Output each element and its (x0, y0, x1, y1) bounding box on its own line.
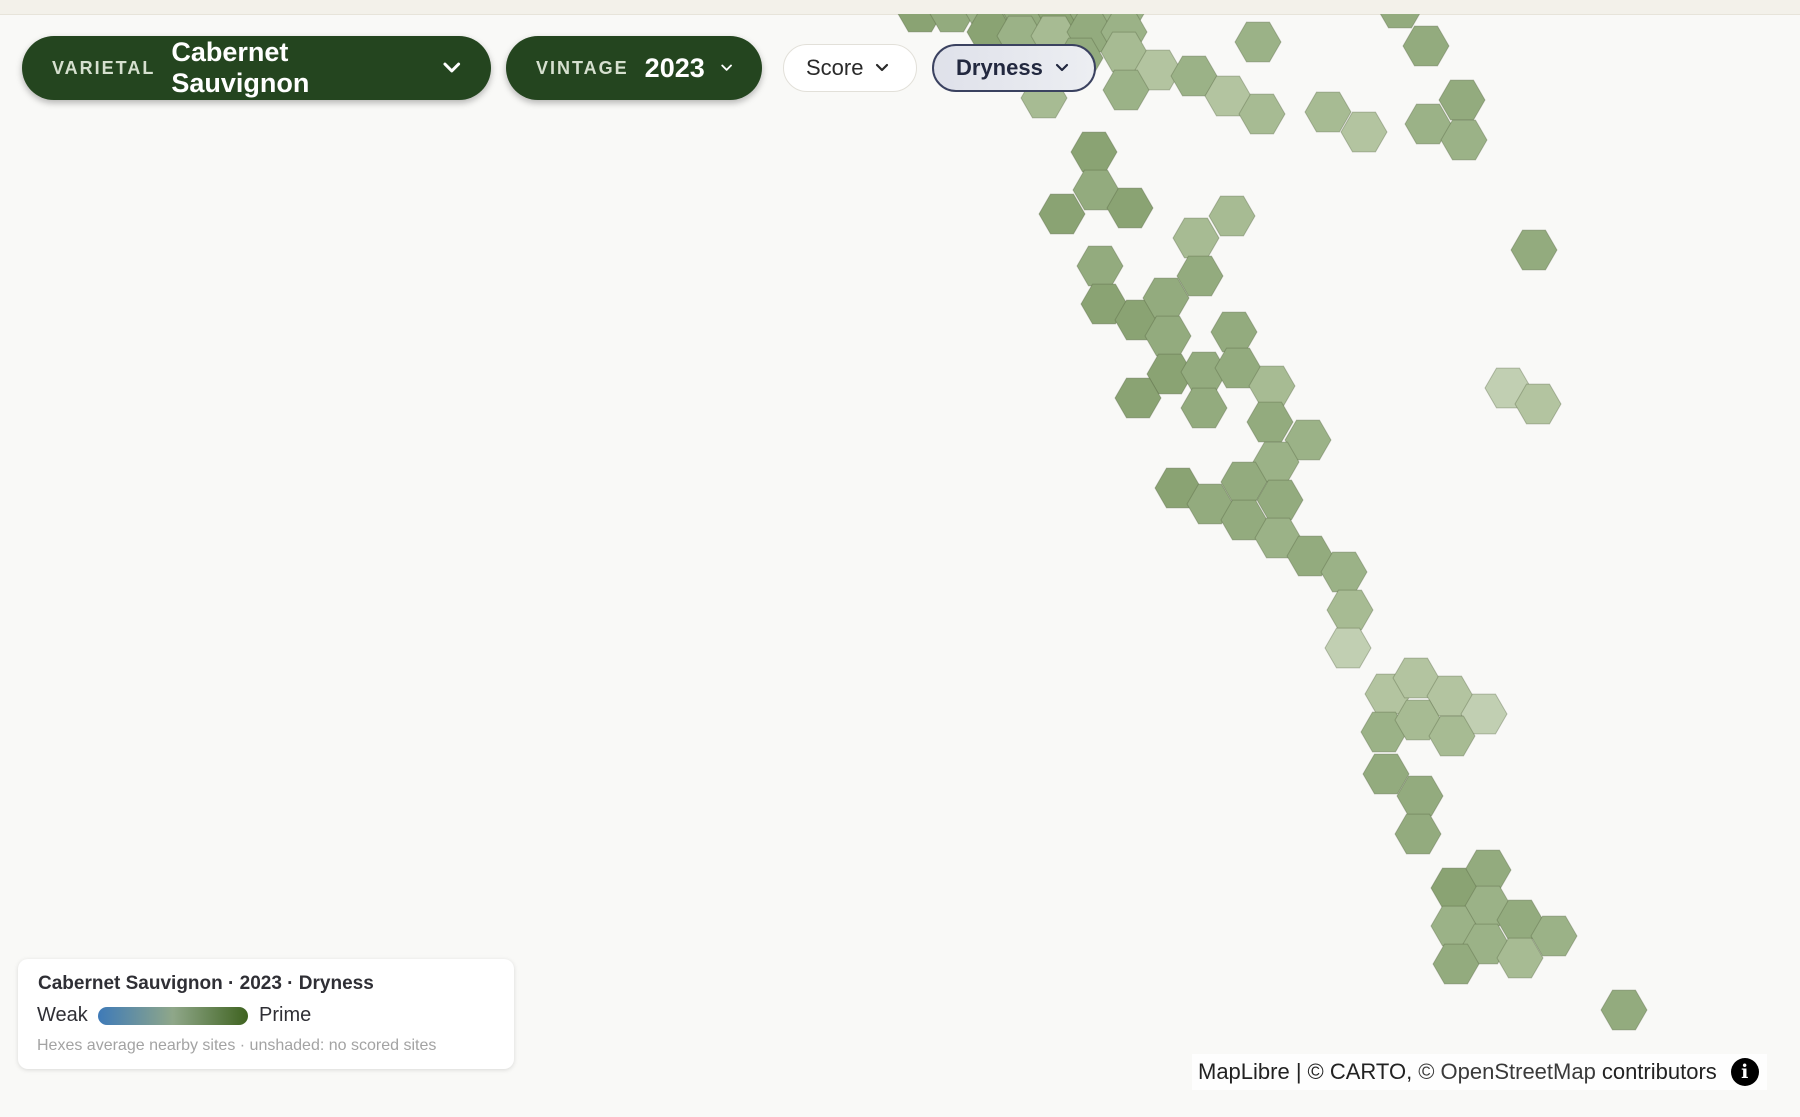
hex-cell[interactable] (1208, 195, 1256, 237)
metric-score-button[interactable]: Score (783, 44, 917, 92)
hex-cell[interactable] (1180, 387, 1228, 429)
attribution-maplibre[interactable]: MapLibre | (1198, 1059, 1302, 1085)
hex-cell[interactable] (1402, 25, 1450, 67)
hex-cell[interactable] (1076, 245, 1124, 287)
legend-note: Hexes average nearby sites · unshaded: n… (37, 1037, 437, 1054)
attribution-carto[interactable]: © CARTO, (1308, 1059, 1413, 1085)
hex-cell[interactable] (1326, 589, 1374, 631)
metric-score-label: Score (806, 55, 864, 80)
attribution-contributors[interactable]: contributors (1602, 1059, 1717, 1085)
varietal-label: VARIETAL (52, 57, 156, 78)
vintage-value: 2023 (644, 52, 705, 83)
varietal-selector[interactable]: VARIETAL Cabernet Sauvignon (22, 36, 491, 100)
hex-cell[interactable] (1070, 131, 1118, 173)
chevron-down-icon (443, 62, 461, 73)
legend-high-label: Prime (259, 1004, 312, 1026)
chevron-down-icon (1055, 63, 1068, 72)
hex-cell[interactable] (1510, 229, 1558, 271)
chevron-down-icon (876, 63, 889, 72)
hex-layer (897, 14, 1648, 1031)
map-legend: Cabernet Sauvignon · 2023 · Dryness Weak… (18, 959, 514, 1069)
legend-title: Cabernet Sauvignon · 2023 · Dryness (38, 973, 374, 994)
hex-cell[interactable] (1234, 21, 1282, 63)
hex-cell[interactable] (1038, 193, 1086, 235)
legend-color-ramp (98, 1007, 248, 1025)
legend-low-label: Weak (37, 1004, 88, 1026)
vintage-label: VINTAGE (536, 57, 629, 78)
map-attribution: MapLibre | © CARTO, © OpenStreetMap cont… (1192, 1054, 1767, 1090)
hex-cell[interactable] (1246, 401, 1294, 443)
vintage-selector[interactable]: VINTAGE 2023 (506, 36, 762, 100)
hex-cell[interactable] (1438, 79, 1486, 121)
varietal-value: Cabernet Sauvignon (171, 37, 310, 98)
hex-cell[interactable] (1210, 311, 1258, 353)
metric-dryness-button[interactable]: Dryness (932, 44, 1096, 92)
map-canvas[interactable] (0, 14, 1800, 1117)
chevron-down-icon (721, 64, 732, 71)
browser-top-edge (0, 0, 1800, 15)
metric-dryness-label: Dryness (956, 55, 1043, 80)
hex-cell[interactable] (1172, 217, 1220, 259)
attribution-osm-link[interactable]: © OpenStreetMap (1418, 1059, 1596, 1085)
hex-cell[interactable] (1324, 627, 1372, 669)
hex-cell[interactable] (1394, 813, 1442, 855)
hex-cell[interactable] (1600, 989, 1648, 1031)
info-icon[interactable]: i (1730, 1058, 1759, 1086)
